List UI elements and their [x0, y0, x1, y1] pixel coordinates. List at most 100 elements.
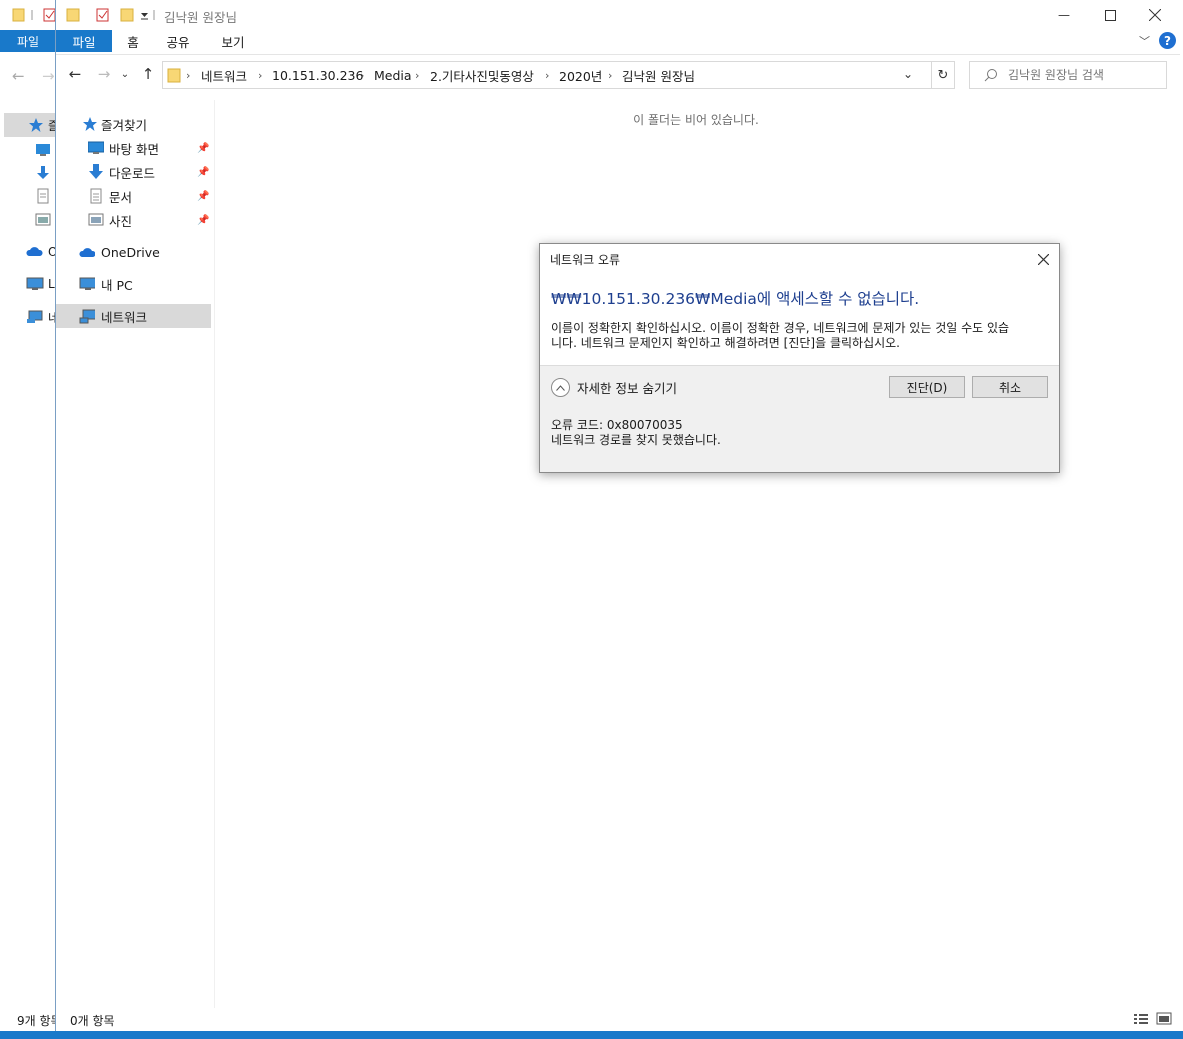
pane-divider[interactable]	[214, 100, 215, 1008]
nav-item-label: 다운로드	[109, 165, 156, 181]
back-arrow-icon[interactable]: ←	[12, 67, 25, 85]
onedrive-icon	[79, 248, 95, 257]
breadcrumb-host[interactable]: 10.151.30.236	[272, 62, 363, 88]
desktop-icon	[88, 141, 104, 154]
pin-icon: 📌	[197, 190, 210, 202]
star-icon	[83, 117, 97, 131]
taskbar-edge	[0, 1031, 1183, 1039]
pc-icon	[79, 277, 95, 290]
breadcrumb-year[interactable]: 2020년	[559, 62, 602, 88]
close-button[interactable]	[1142, 4, 1168, 26]
pin-icon: 📌	[197, 142, 210, 154]
back-button[interactable]: ←	[64, 63, 86, 85]
forward-arrow-icon[interactable]: →	[42, 67, 55, 85]
chevron-right-icon: ›	[415, 68, 420, 82]
ribbon-tabs: 파일 홈 공유 보기 ﹀ ?	[56, 30, 1180, 55]
download-icon	[89, 164, 103, 179]
dialog-heading: ₩₩10.151.30.236₩Media에 액세스할 수 없습니다.	[551, 290, 920, 308]
document-icon	[37, 188, 49, 204]
search-box[interactable]	[969, 61, 1167, 89]
large-icons-view-icon[interactable]	[1156, 1012, 1172, 1026]
up-button[interactable]: ↑	[137, 63, 159, 85]
minimize-icon: —	[1058, 8, 1070, 22]
explorer-window: 김낙원 원장님 — 파일 홈 공유 보기 ﹀ ? ← → ⌄ ↑ › 네트워크 …	[55, 0, 1180, 1034]
dialog-message-line: 이름이 정확한지 확인하십시오. 이름이 정확한 경우, 네트워크에 문제가 있…	[551, 321, 1010, 335]
dialog-close-button[interactable]	[1030, 248, 1056, 270]
error-code: 오류 코드: 0x80070035	[551, 418, 683, 432]
pc-icon	[26, 277, 44, 290]
back-arrow-icon: ←	[68, 65, 82, 83]
nav-item-documents[interactable]: 문서 📌	[56, 185, 211, 207]
nav-item-label: 네트워크	[101, 309, 148, 325]
chevron-right-icon: ›	[608, 68, 613, 82]
dialog-details: 오류 코드: 0x80070035 네트워크 경로를 찾지 못했습니다.	[540, 408, 1059, 472]
dialog-button-strip: 자세한 정보 숨기기 진단(D) 취소	[540, 365, 1059, 409]
star-icon	[29, 118, 43, 132]
tab-share[interactable]: 공유	[161, 30, 195, 52]
up-arrow-icon: ↑	[141, 65, 155, 83]
forward-button[interactable]: →	[93, 63, 115, 85]
nav-item-desktop[interactable]: 바탕 화면 📌	[56, 137, 211, 159]
breadcrumb-current-folder[interactable]: 김낙원 원장님	[622, 62, 695, 88]
nav-item-quick-access[interactable]: 즐겨찾기	[56, 113, 211, 135]
desktop-icon	[36, 144, 50, 156]
maximize-icon	[1104, 9, 1116, 21]
details-view-icon[interactable]	[1133, 1012, 1149, 1026]
dialog-message-line: 니다. 네트워크 문제인지 확인하고 해결하려면 [진단]을 클릭하십시오.	[551, 336, 901, 350]
tab-view[interactable]: 보기	[216, 30, 250, 52]
dialog-title: 네트워크 오류	[550, 253, 621, 267]
address-row: ← → ⌄ ↑ › 네트워크 › 10.151.30.236 › Media ›…	[56, 55, 1180, 95]
pin-icon: 📌	[197, 166, 210, 178]
nav-item-pictures[interactable]: 사진 📌	[56, 209, 211, 231]
pictures-icon	[88, 213, 104, 226]
folder-icon	[167, 68, 181, 83]
breadcrumb-network[interactable]: 네트워크	[201, 62, 247, 88]
breadcrumb-media[interactable]: Media	[374, 62, 412, 88]
nav-item-network[interactable]: 네트워크	[56, 304, 211, 328]
chevron-down-icon: ⌄	[120, 68, 130, 80]
search-input[interactable]	[1006, 65, 1160, 85]
dialog-message: 이름이 정확한지 확인하십시오. 이름이 정확한 경우, 네트워크에 문제가 있…	[551, 321, 1051, 351]
details-toggle-label[interactable]: 자세한 정보 숨기기	[577, 378, 677, 397]
address-dropdown-button[interactable]: ⌄	[903, 67, 913, 81]
chevron-right-icon: ›	[545, 68, 550, 82]
network-icon	[79, 309, 95, 324]
tab-file[interactable]: 파일	[56, 30, 112, 52]
nav-item-this-pc[interactable]: 내 PC	[56, 273, 211, 295]
cancel-button[interactable]: 취소	[972, 376, 1048, 398]
maximize-button[interactable]	[1097, 4, 1123, 26]
back-quick-access-toolbar	[12, 8, 56, 22]
chevron-right-icon: ›	[186, 68, 191, 82]
item-count: 0개 항목	[70, 1014, 115, 1028]
nav-item-label: 문서	[109, 189, 133, 205]
help-button[interactable]: ?	[1159, 32, 1176, 49]
back-file-tab[interactable]: 파일	[0, 30, 56, 52]
refresh-icon: ↻	[937, 67, 949, 83]
navigation-pane: 즐겨찾기 바탕 화면 📌 다운로드 📌 문서 📌 사진 📌 OneDrive 내…	[56, 100, 214, 1000]
breadcrumb-photos-videos[interactable]: 2.기타사진및동영상	[430, 62, 534, 88]
recent-locations-button[interactable]: ⌄	[118, 63, 132, 85]
nav-item-downloads[interactable]: 다운로드 📌	[56, 161, 211, 183]
nav-item-label: 내 PC	[101, 277, 133, 293]
minimize-button[interactable]: —	[1051, 4, 1077, 26]
chevron-down-icon: ⌄	[903, 67, 914, 81]
status-bar: 0개 항목	[56, 1010, 1180, 1030]
address-bar[interactable]: › 네트워크 › 10.151.30.236 › Media › 2.기타사진및…	[162, 61, 952, 89]
diagnose-button[interactable]: 진단(D)	[889, 376, 965, 398]
close-icon	[1037, 253, 1049, 265]
chevron-right-icon: ›	[258, 68, 263, 82]
back-status-count: 9개 항목	[17, 1014, 56, 1028]
document-icon	[90, 188, 102, 204]
chevron-up-icon	[556, 384, 565, 391]
ribbon-expand-button[interactable]: ﹀	[1139, 33, 1150, 49]
forward-arrow-icon: →	[97, 65, 111, 83]
error-description: 네트워크 경로를 찾지 못했습니다.	[551, 433, 721, 447]
details-toggle-button[interactable]	[551, 378, 570, 397]
nav-item-onedrive[interactable]: OneDrive	[56, 241, 211, 263]
refresh-button[interactable]: ↻	[931, 61, 955, 89]
quick-access-toolbar	[66, 8, 155, 22]
back-nav-label-pc: L	[48, 277, 55, 291]
help-icon: ?	[1164, 33, 1171, 48]
tab-home[interactable]: 홈	[118, 30, 148, 52]
window-title: 김낙원 원장님	[164, 10, 237, 25]
